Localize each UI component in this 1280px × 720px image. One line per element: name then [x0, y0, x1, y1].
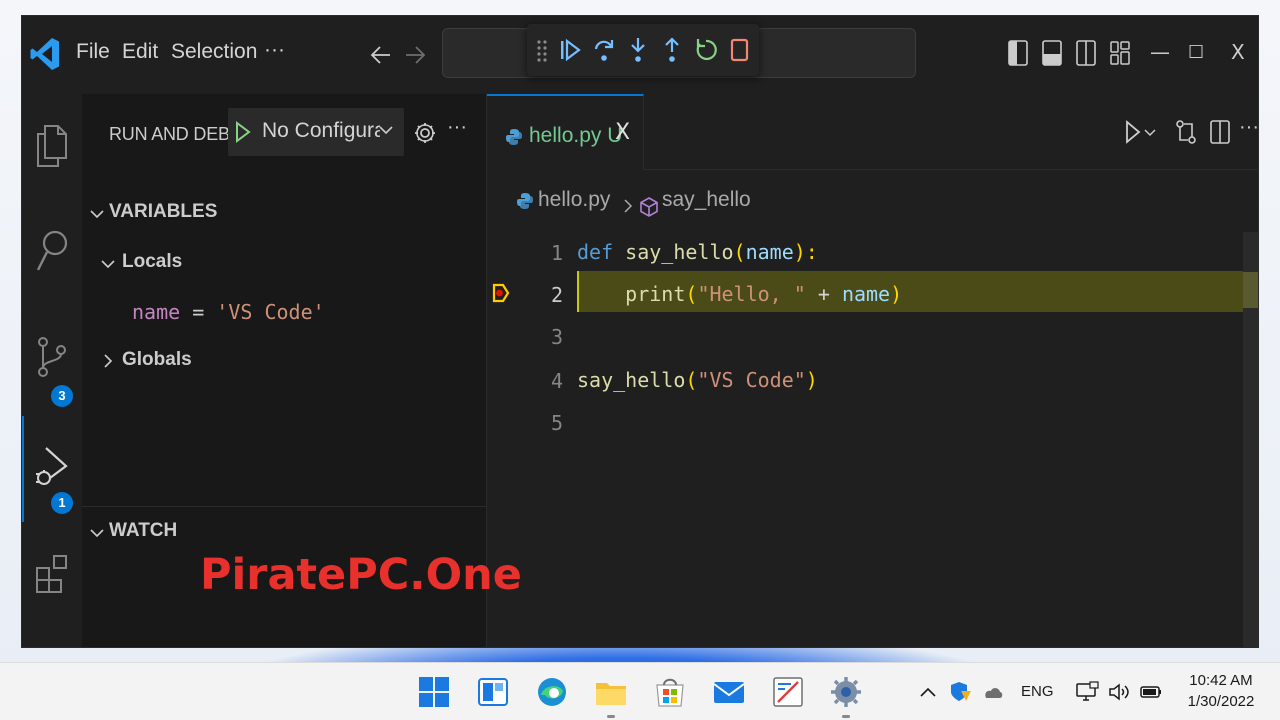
active-view-indicator	[22, 416, 24, 522]
toggle-panel-icon[interactable]	[1041, 38, 1063, 68]
input-language-indicator[interactable]: ENG	[1021, 683, 1054, 700]
python-file-icon	[517, 193, 533, 209]
toggle-primary-sidebar-icon[interactable]	[1007, 38, 1029, 68]
line-number: 1	[550, 241, 563, 265]
security-shield-icon[interactable]	[948, 681, 972, 703]
forward-arrow-icon[interactable]	[404, 43, 426, 67]
variable-value: 'VS Code'	[216, 300, 325, 324]
tab-close-button[interactable]: X	[615, 120, 630, 145]
back-arrow-icon[interactable]	[370, 43, 392, 67]
mail-icon[interactable]	[712, 675, 746, 709]
tab-hello-py[interactable]: hello.py U X	[487, 94, 644, 170]
toggle-secondary-sidebar-icon[interactable]	[1075, 38, 1097, 68]
chevron-up-icon[interactable]	[916, 681, 940, 703]
code-editor[interactable]: 1 2 3 4 5 def say_hello(name): print("He…	[487, 222, 1258, 647]
menu-file[interactable]: File	[76, 40, 110, 64]
minimize-button[interactable]: —	[1150, 40, 1170, 64]
vscode-logo-icon	[30, 38, 59, 70]
chevron-down-icon	[379, 126, 393, 135]
method-symbol-icon	[640, 197, 658, 217]
source-control-icon[interactable]	[34, 334, 70, 380]
chevron-right-icon	[624, 199, 633, 213]
edge-browser-icon[interactable]	[535, 675, 569, 709]
variables-section-header[interactable]: VARIABLES	[109, 201, 217, 223]
start-icon[interactable]	[417, 675, 451, 709]
tab-label: hello.py U	[529, 124, 623, 147]
open-changes-icon[interactable]	[1174, 118, 1198, 146]
editor-more-button[interactable]: ···	[1239, 116, 1258, 139]
volume-icon[interactable]	[1107, 681, 1131, 703]
drag-handle-icon[interactable]	[535, 36, 549, 64]
line-number: 3	[550, 325, 563, 349]
start-debugging-icon[interactable]	[234, 120, 252, 144]
onedrive-cloud-icon[interactable]	[980, 681, 1004, 703]
file-explorer-icon[interactable]	[594, 675, 628, 709]
stop-icon[interactable]	[727, 36, 753, 64]
line-number: 5	[550, 411, 563, 435]
menu-more[interactable]: ···	[264, 38, 285, 62]
search-icon[interactable]	[34, 228, 70, 274]
debug-config-label: No Configurations	[262, 119, 380, 142]
code-line: print("Hello, " + name)	[625, 282, 903, 306]
running-app-indicator	[842, 715, 850, 718]
menu-selection[interactable]: Selection	[171, 40, 257, 64]
source-control-badge: 3	[51, 385, 73, 407]
variable-row[interactable]: name = 'VS Code'	[132, 300, 325, 324]
step-over-icon[interactable]	[591, 36, 617, 64]
sidebar-more-button[interactable]: ···	[447, 116, 467, 139]
clock-time[interactable]: 10:42 AM	[1176, 672, 1266, 689]
continue-icon[interactable]	[557, 36, 583, 64]
step-into-icon[interactable]	[625, 36, 651, 64]
chevron-down-icon[interactable]	[90, 207, 104, 221]
gear-icon[interactable]	[413, 118, 437, 148]
debug-toolbar	[527, 24, 759, 76]
split-editor-icon[interactable]	[1208, 118, 1232, 146]
debug-config-dropdown[interactable]: No Configurations	[228, 108, 404, 156]
close-window-button[interactable]: X	[1231, 40, 1245, 64]
watermark-text: PiratePC.One	[200, 550, 522, 600]
step-out-icon[interactable]	[659, 36, 685, 64]
widgets-icon[interactable]	[476, 675, 510, 709]
code-line: def say_hello(name):	[577, 240, 818, 264]
run-debug-icon[interactable]	[34, 444, 70, 490]
activity-bar: 3 1	[22, 94, 82, 647]
locals-scope[interactable]: Locals	[122, 251, 182, 273]
run-debug-badge: 1	[51, 492, 73, 514]
globals-scope[interactable]: Globals	[122, 349, 192, 371]
explorer-icon[interactable]	[34, 122, 70, 168]
chevron-right-icon[interactable]	[101, 354, 115, 368]
network-icon[interactable]	[1075, 681, 1099, 703]
extensions-icon[interactable]	[34, 550, 70, 596]
running-app-indicator	[607, 715, 615, 718]
microsoft-store-icon[interactable]	[653, 675, 687, 709]
line-number: 2	[550, 283, 563, 307]
taskbar: ENG 10:42 AM 1/30/2022	[0, 662, 1280, 720]
debug-current-line-icon	[492, 283, 510, 303]
restart-icon[interactable]	[693, 36, 719, 64]
python-file-icon	[506, 129, 522, 145]
chevron-down-icon[interactable]	[1143, 118, 1157, 146]
variable-name: name	[132, 300, 181, 324]
watch-section-header[interactable]: WATCH	[109, 520, 177, 542]
menu-edit[interactable]: Edit	[122, 40, 158, 64]
settings-gear-icon[interactable]	[829, 675, 863, 709]
maximize-button[interactable]: ☐	[1188, 42, 1204, 63]
title-bar: File Edit Selection ··· — ☐ X	[22, 16, 1258, 94]
snipping-tool-icon[interactable]	[771, 675, 805, 709]
editor-group: hello.py U X ··· hello.py say_hello 1 2 …	[487, 94, 1258, 647]
line-number: 4	[550, 369, 563, 393]
breadcrumb-symbol[interactable]: say_hello	[662, 188, 751, 212]
tab-bar: hello.py U X ···	[487, 94, 1258, 170]
breadcrumb-file[interactable]: hello.py	[538, 188, 610, 212]
section-divider	[82, 506, 487, 507]
scrollbar-thumb[interactable]	[1243, 272, 1258, 308]
customize-layout-icon[interactable]	[1109, 38, 1131, 68]
code-line: say_hello("VS Code")	[577, 368, 818, 392]
battery-icon[interactable]	[1139, 681, 1163, 703]
chevron-down-icon[interactable]	[101, 257, 115, 271]
clock-date[interactable]: 1/30/2022	[1176, 693, 1266, 710]
chevron-down-icon[interactable]	[90, 526, 104, 540]
variable-equals: =	[180, 300, 217, 324]
